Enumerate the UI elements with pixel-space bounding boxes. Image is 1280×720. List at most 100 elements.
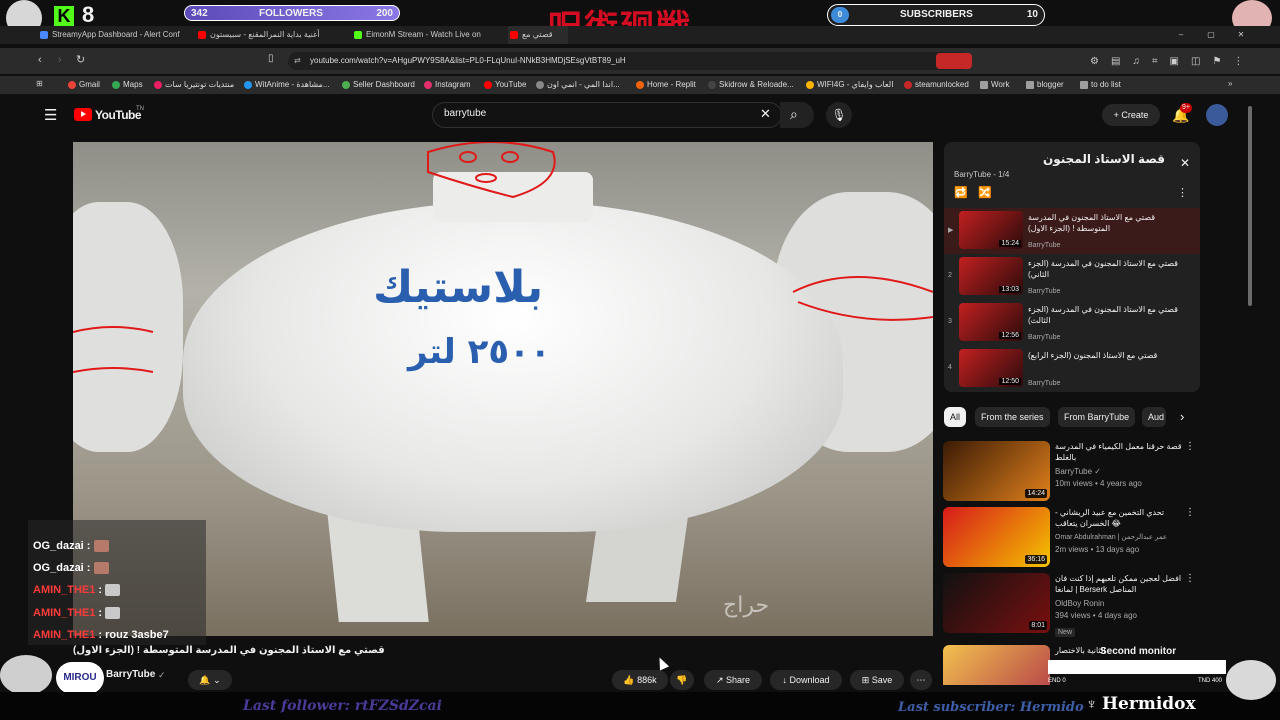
folder-icon (1026, 81, 1034, 89)
share-button[interactable]: ↗ Share (704, 670, 762, 690)
bookmark-youtube[interactable]: YouTube (484, 79, 526, 91)
tab-label: EimonM Stream - Watch Live on (366, 30, 481, 39)
bookmark-instagram[interactable]: Instagram (424, 79, 471, 91)
minimize-icon[interactable]: – (1174, 26, 1188, 44)
subscribers-current: 0 (831, 7, 849, 23)
bookmarks-bar: ⊞ Gmail Maps منتديات تونتيريا سات WitAni… (0, 76, 1280, 94)
back-arrow-icon[interactable]: ‹ (38, 54, 42, 66)
chat-message: AMIN_THE1 : (33, 607, 121, 620)
bookmark-label: to do list (1091, 80, 1121, 89)
bookmark-witanime[interactable]: WitAnime - مشاهدة... (244, 79, 329, 91)
bookmark-label: YouTube (495, 80, 527, 89)
recommended-video[interactable]: 8:01 افضل لعجين ممكن تلعبهم إذا كنت فان … (943, 573, 1203, 637)
toolbar-extension-icons[interactable]: ⚙▤♫⌗▣◫⚑⋮ (1090, 56, 1255, 67)
video-more-icon[interactable]: ⋮ (1185, 441, 1195, 452)
bookmark-anime[interactable]: اندا المي - انمي اون... (536, 79, 620, 91)
more-actions-icon[interactable]: ⋯ (910, 670, 932, 690)
bookmark-seller-dashboard[interactable]: Seller Dashboard (342, 79, 415, 91)
playlist-thumbnail: 15:24 (959, 211, 1023, 249)
wifi4g-icon (806, 81, 814, 89)
playlist-item[interactable]: ▶ 15:24 قصتي مع الاستاذ المجنون في المدر… (944, 208, 1200, 254)
chip-from-series[interactable]: From the series (975, 407, 1050, 427)
bookmark-gmail[interactable]: Gmail (68, 79, 100, 91)
recommended-video[interactable]: 36:16 تحدي التخمين مع عبيد الريشاني - ال… (943, 507, 1203, 569)
recommended-video[interactable]: 14:24 قصة حرقنا معمل الكيمياء في المدرسة… (943, 441, 1203, 503)
playlist-item-channel: BarryTube (1028, 334, 1061, 341)
clear-search-icon[interactable]: ✕ (760, 106, 771, 122)
chips-next-arrow-icon[interactable]: › (1180, 409, 1184, 424)
playlist-item[interactable]: 2 13:03 قصتي مع الاستاذ المجنون في المدر… (944, 254, 1200, 300)
hamburger-menu-icon[interactable]: ☰ (44, 106, 57, 124)
channel-name[interactable]: BarryTube (106, 669, 155, 680)
playlist-title[interactable]: قصة الاستاذ المجنون (1043, 152, 1165, 166)
bookmark-page-icon[interactable]: ▯ (268, 53, 274, 64)
video-duration: 15:24 (999, 240, 1021, 247)
folder-icon (1080, 81, 1088, 89)
subscribers-goal-bar: 0 SUBSCRIBERS 10 (827, 4, 1045, 26)
bookmark-folder-todo[interactable]: to do list (1080, 79, 1121, 91)
extension-icon[interactable] (936, 53, 972, 69)
maximize-icon[interactable]: ▢ (1204, 26, 1218, 44)
playlist-item[interactable]: 3 12:56 قصتي مع الاستاذ المجنون في المدر… (944, 300, 1200, 346)
tab-favicon-icon (354, 31, 362, 39)
recommended-title: تحدي التخمين مع عبيد الريشاني - الخسران … (1055, 508, 1165, 528)
recommended-meta: 394 views • 4 days ago (1055, 611, 1137, 620)
forward-arrow-icon[interactable]: › (58, 54, 62, 66)
playlist-thumbnail: 13:03 (959, 257, 1023, 295)
bookmark-wifi4g[interactable]: WIFI4G - العاب وايفاي (806, 79, 893, 91)
address-bar[interactable]: ⇄ youtube.com/watch?v=AHguPWY9S8A&list=P… (288, 52, 968, 70)
followers-label: FOLLOWERS (259, 8, 323, 19)
save-button[interactable]: ⊞ Save (850, 670, 904, 690)
bookmark-label: WIFI4G - العاب وايفاي (817, 80, 894, 89)
anime-icon (536, 81, 544, 89)
page-scrollbar[interactable] (1248, 106, 1252, 306)
close-window-icon[interactable]: ✕ (1234, 26, 1248, 44)
streamer-handle: Hermidox (1102, 694, 1196, 714)
kick-logo-icon: ♆ (1086, 696, 1098, 713)
youtube-logo-text[interactable]: YouTube (95, 108, 142, 122)
last-subscriber-text: Last subscriber: Hermido (898, 700, 1084, 715)
browser-tab[interactable]: StreamyApp Dashboard - Alert Conf (38, 26, 188, 44)
dislike-button[interactable]: 👎 (670, 670, 694, 690)
chip-from-channel[interactable]: From BarryTube (1058, 407, 1136, 427)
video-more-icon[interactable]: ⋮ (1185, 507, 1195, 518)
playlist-more-icon[interactable]: ⋮ (1177, 186, 1188, 199)
chip-all[interactable]: All (944, 407, 967, 427)
video-more-icon[interactable]: ⋮ (1185, 573, 1195, 584)
browser-tab[interactable]: أغنية بداية النمرالمقنع - سبيستون (196, 26, 346, 44)
playlist-item[interactable]: 4 12:50 قصتي مع الاستاذ المجنون (الجزء ا… (944, 346, 1200, 392)
like-button[interactable]: 👍 886k (612, 670, 668, 690)
second-monitor-label: Second monitor (1100, 646, 1177, 657)
search-button[interactable]: ⌕ (780, 102, 814, 128)
like-count: 886k (637, 675, 657, 685)
bookmark-folder-blogger[interactable]: blogger (1026, 79, 1064, 91)
bookmark-maps[interactable]: Maps (112, 79, 143, 91)
apps-grid-icon[interactable]: ⊞ (36, 79, 43, 88)
chip-audio[interactable]: Aud (1142, 407, 1166, 427)
subscribed-bell-button[interactable]: 🔔 ⌄ (188, 670, 232, 690)
recommended-channel: OldBoy Ronin (1055, 599, 1105, 608)
new-badge: New (1055, 628, 1076, 637)
bookmark-steamunlocked[interactable]: steamunlocked (904, 79, 969, 91)
download-button[interactable]: ↓ Download (770, 670, 842, 690)
close-playlist-icon[interactable]: ✕ (1180, 156, 1190, 170)
stream-chat-overlay (28, 520, 206, 645)
voice-search-icon[interactable]: 🎙 (826, 102, 852, 128)
create-button[interactable]: + Create (1102, 104, 1160, 126)
browser-tab-active[interactable]: قصتي مع (508, 26, 568, 44)
site-info-icon[interactable]: ⇄ (294, 52, 301, 70)
playlist-item-channel: BarryTube (1028, 380, 1061, 387)
youtube-logo-icon[interactable] (74, 108, 92, 121)
bookmark-forum[interactable]: منتديات تونتيريا سات (154, 79, 234, 91)
bookmark-folder-work[interactable]: Work (980, 79, 1010, 91)
bookmark-skidrow[interactable]: Skidrow & Reloade... (708, 79, 794, 91)
playlist-item-title: قصتي مع الاستاذ المجنون في المدرسة المتو… (1028, 213, 1156, 233)
more-bookmarks-icon[interactable]: » (1228, 79, 1232, 88)
browser-tab[interactable]: EimonM Stream - Watch Live on (352, 26, 502, 44)
shuffle-icon[interactable]: 🔀 (978, 186, 992, 199)
loop-icon[interactable]: 🔁 (954, 186, 968, 199)
kick-logo-icon: K (54, 6, 74, 26)
bookmark-replit[interactable]: Home - Replit (636, 79, 696, 91)
account-avatar[interactable] (1206, 104, 1228, 126)
reload-icon[interactable]: ↻ (76, 53, 85, 66)
